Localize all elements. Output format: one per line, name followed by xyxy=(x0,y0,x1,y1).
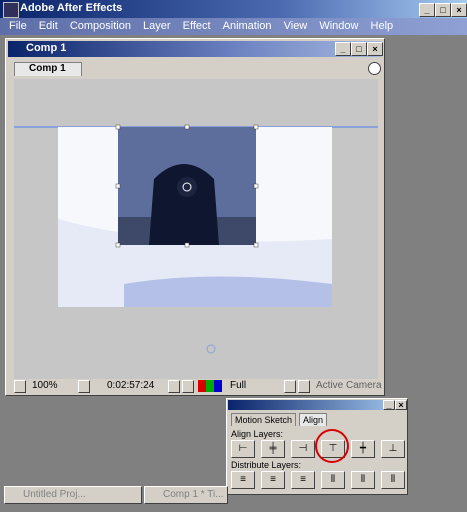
comp-maximize-button[interactable]: □ xyxy=(351,42,367,56)
distribute-bottom-edges-button[interactable]: ≡ xyxy=(291,471,315,489)
menu-edit[interactable]: Edit xyxy=(39,18,58,32)
taskbar-item-comp-label: Comp 1 * Ti... xyxy=(163,489,224,500)
snapshot-button[interactable] xyxy=(168,380,180,393)
menu-help[interactable]: Help xyxy=(371,18,394,32)
menu-bar: File Edit Composition Layer Effect Anima… xyxy=(0,18,467,35)
comp-title: Comp 1 xyxy=(26,42,67,54)
align-horizontal-centers-button[interactable]: ╪ xyxy=(261,440,285,458)
timecode[interactable]: 0:02:57:24 xyxy=(107,380,154,391)
panel-menu-icon[interactable] xyxy=(368,62,381,75)
tab-label: Comp 1 xyxy=(29,63,66,74)
taskbar-item-project-label: Untitled Proj... xyxy=(23,489,86,500)
distribute-left-edges-button[interactable]: ⫴ xyxy=(321,471,345,489)
menu-window[interactable]: Window xyxy=(319,18,358,32)
taskbar-item-comp[interactable]: Comp 1 * Ti... xyxy=(144,486,228,504)
highlight-circle xyxy=(315,429,349,463)
palette-close-button[interactable]: × xyxy=(395,400,407,410)
tab-comp-1[interactable]: Comp 1 xyxy=(14,62,82,76)
comp-canvas xyxy=(14,124,378,354)
fast-previews-button[interactable] xyxy=(284,380,296,393)
align-bottom-edges-button[interactable]: ⊥ xyxy=(381,440,405,458)
tab-motion-sketch[interactable]: Motion Sketch xyxy=(231,413,297,426)
viewer-controls: 100% 0:02:57:24 Full Active Camera xyxy=(12,379,382,393)
channel-button[interactable] xyxy=(182,380,194,393)
menu-animation[interactable]: Animation xyxy=(223,18,272,32)
camera-select[interactable]: Active Camera xyxy=(316,380,382,391)
distribute-top-edges-button[interactable]: ≡ xyxy=(231,471,255,489)
distribute-vertical-centers-button[interactable]: ≡ xyxy=(261,471,285,489)
distribute-right-edges-button[interactable]: ⫴ xyxy=(381,471,405,489)
align-layers-label: Align Layers: xyxy=(231,429,284,439)
close-button[interactable]: × xyxy=(451,3,467,17)
always-preview-button[interactable] xyxy=(14,380,26,393)
app-title: Adobe After Effects xyxy=(20,2,123,14)
comp-viewer[interactable] xyxy=(14,79,378,379)
zoom-select[interactable]: 100% xyxy=(32,380,58,391)
align-palette-title-bar: _ × xyxy=(228,400,407,410)
comp-minimize-button[interactable]: _ xyxy=(335,42,351,56)
color-channels-icon[interactable] xyxy=(198,380,222,392)
comp-tab-bar: Comp 1 xyxy=(8,59,382,76)
maximize-button[interactable]: □ xyxy=(435,3,451,17)
tab-align[interactable]: Align xyxy=(299,413,328,426)
menu-layer[interactable]: Layer xyxy=(143,18,171,32)
comp-window: Comp 1 _ □ × Comp 1 100% 0:02:57:24 Full… xyxy=(5,38,385,396)
app-title-bar: Adobe After Effects _ □ × xyxy=(0,0,467,18)
menu-composition[interactable]: Composition xyxy=(70,18,131,32)
comp-title-bar: Comp 1 _ □ × xyxy=(8,41,383,57)
menu-view[interactable]: View xyxy=(284,18,308,32)
align-right-edges-button[interactable]: ⊣ xyxy=(291,440,315,458)
transparency-grid-button[interactable] xyxy=(298,380,310,393)
after-effects-icon xyxy=(3,2,19,18)
menu-effect[interactable]: Effect xyxy=(183,18,211,32)
resolution-select[interactable]: Full xyxy=(230,380,246,391)
distribute-horizontal-centers-button[interactable]: ⫴ xyxy=(351,471,375,489)
palette-minimize-button[interactable]: _ xyxy=(383,400,395,410)
align-vertical-centers-button[interactable]: ┿ xyxy=(351,440,375,458)
taskbar-item-project[interactable]: Untitled Proj... xyxy=(4,486,142,504)
minimize-button[interactable]: _ xyxy=(419,3,435,17)
comp-close-button[interactable]: × xyxy=(367,42,383,56)
distribute-layers-label: Distribute Layers: xyxy=(231,460,302,470)
region-of-interest-button[interactable] xyxy=(78,380,90,393)
menu-file[interactable]: File xyxy=(9,18,27,32)
align-left-edges-button[interactable]: ⊢ xyxy=(231,440,255,458)
